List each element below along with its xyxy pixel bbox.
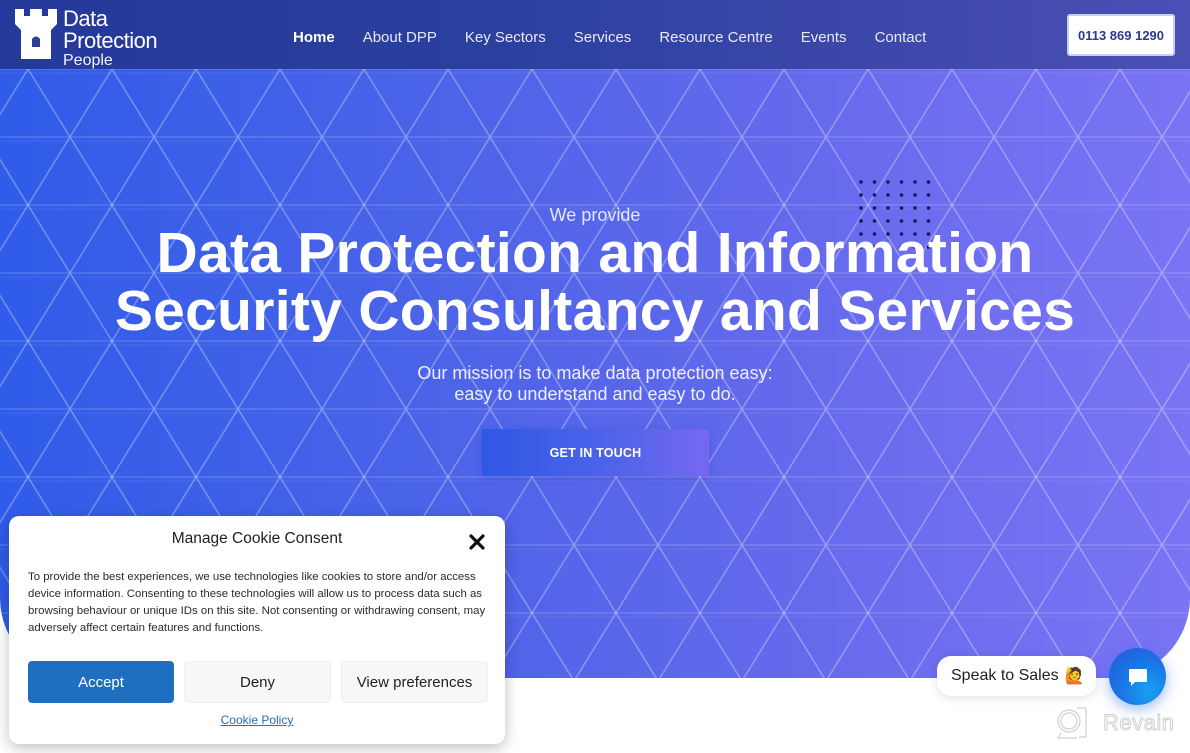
decorative-dot (913, 193, 917, 197)
decorative-dot (899, 180, 904, 184)
cookie-modal-title: Manage Cookie Consent (171, 530, 343, 547)
decorative-dot (872, 180, 877, 184)
revain-logo-icon (1056, 707, 1087, 739)
view-preferences-button[interactable]: View preferences (341, 661, 488, 703)
speak-to-sales-label: Speak to Sales (951, 667, 1059, 684)
chat-bubble-icon (1128, 668, 1147, 686)
decorative-dot (886, 193, 890, 197)
nav-home[interactable]: Home (293, 29, 335, 46)
revain-watermark: Revain (1055, 706, 1174, 740)
logo-line-1: Data (63, 6, 108, 31)
revain-text: Revain (1102, 710, 1175, 736)
deny-button[interactable]: Deny (184, 661, 331, 703)
nav-services[interactable]: Services (574, 29, 632, 46)
speak-to-sales-bubble[interactable]: Speak to Sales 🙋 (937, 656, 1096, 696)
decorative-dot (859, 180, 863, 184)
decorative-dot (926, 180, 931, 184)
headline-line-2: Security Consultancy and Services (114, 279, 1076, 343)
person-raising-hand-icon: 🙋 (1064, 668, 1085, 685)
close-icon (469, 534, 485, 550)
close-button[interactable] (466, 531, 488, 553)
logo-text: Data Protection People (63, 6, 158, 69)
cookie-modal-body: To provide the best experiences, we use … (28, 571, 486, 634)
main-nav: Home About DPP Key Sectors Services Reso… (293, 29, 954, 46)
nav-resource-centre[interactable]: Resource Centre (659, 29, 772, 46)
decorative-dot (859, 193, 863, 197)
hero-headline: Data Protection and Information Security… (0, 224, 1190, 340)
chat-launcher-button[interactable] (1109, 648, 1166, 705)
site-header: Data Protection People Home About DPP Ke… (0, 0, 1190, 69)
get-in-touch-button[interactable]: GET IN TOUCH (482, 429, 709, 476)
mission-line-1: Our mission is to make data protection e… (417, 363, 773, 383)
site-logo[interactable]: Data Protection People (13, 6, 158, 69)
castle-tower-icon (15, 9, 57, 59)
nav-events[interactable]: Events (801, 29, 847, 46)
cookie-consent-modal: Manage Cookie Consent To provide the bes… (9, 516, 505, 744)
decorative-dot (926, 193, 931, 197)
accept-button[interactable]: Accept (28, 661, 174, 703)
decorative-dot (913, 180, 917, 184)
nav-contact[interactable]: Contact (875, 29, 927, 46)
nav-about-dpp[interactable]: About DPP (363, 29, 437, 46)
nav-key-sectors[interactable]: Key Sectors (465, 29, 546, 46)
mission-line-2: easy to understand and easy to do. (454, 384, 736, 404)
decorative-dot (872, 193, 877, 197)
logo-line-3: People (63, 52, 113, 69)
logo-line-2: Protection (63, 28, 158, 53)
cookie-policy-link[interactable]: Cookie Policy (9, 713, 505, 727)
headline-line-1: Data Protection and Information (156, 221, 1034, 285)
decorative-dot (886, 180, 890, 184)
hero-mission: Our mission is to make data protection e… (0, 363, 1190, 405)
cookie-button-row: Accept Deny View preferences (28, 661, 488, 703)
phone-button[interactable]: 0113 869 1290 (1067, 14, 1175, 56)
decorative-dot (899, 193, 904, 197)
